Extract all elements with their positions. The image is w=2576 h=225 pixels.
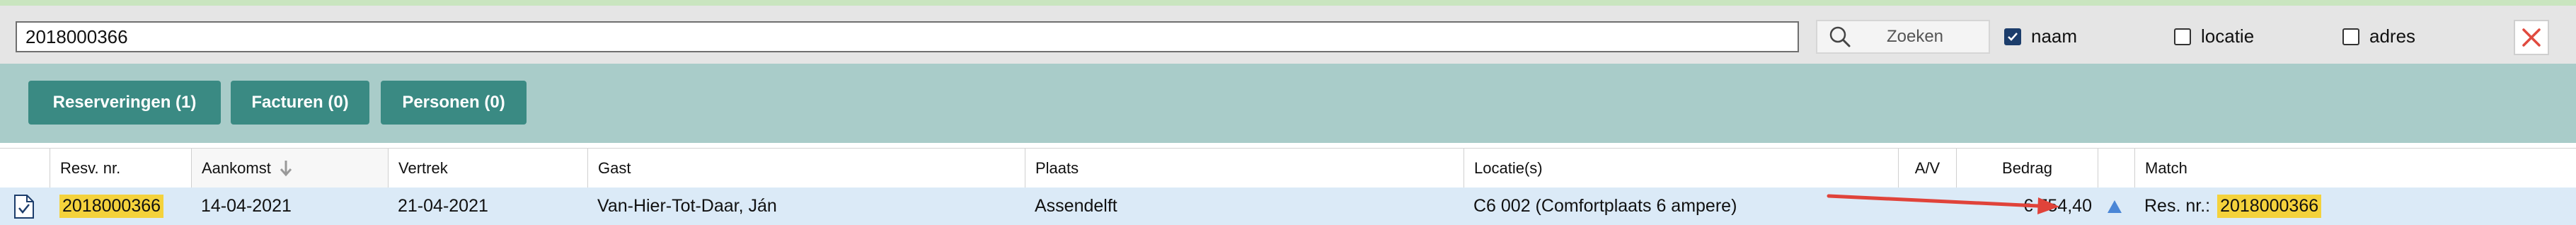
search-button[interactable]: Zoeken xyxy=(1816,20,1990,54)
cell-resv-nr: 2018000366 xyxy=(50,188,191,225)
annotation-arrow-icon xyxy=(1827,194,2059,214)
cell-vertrek: 21-04-2021 xyxy=(388,188,587,225)
match-prefix: Res. nr.: xyxy=(2144,196,2211,216)
column-header-aankomst[interactable]: Aankomst xyxy=(191,149,388,188)
search-bar: Zoeken naam locatie adres xyxy=(0,6,2576,64)
close-icon xyxy=(2522,28,2541,47)
filter-naam-label: naam xyxy=(2031,25,2078,47)
resv-nr-highlight: 2018000366 xyxy=(59,195,164,218)
column-header-av[interactable]: A/V xyxy=(1898,149,1956,188)
match-highlight: 2018000366 xyxy=(2217,195,2322,218)
checkmark-icon xyxy=(2008,32,2018,41)
tab-reserveringen-label: Reserveringen (1) xyxy=(52,93,197,112)
column-header-plaats[interactable]: Plaats xyxy=(1025,149,1464,188)
column-header-bedrag[interactable]: Bedrag xyxy=(1956,149,2098,188)
vertrek-value: 21-04-2021 xyxy=(398,196,488,216)
filter-adres[interactable]: adres xyxy=(2342,25,2415,47)
select-column-header xyxy=(0,149,50,188)
column-header-gast-label: Gast xyxy=(598,159,631,177)
filter-adres-label: adres xyxy=(2369,25,2416,47)
column-header-match[interactable]: Match xyxy=(2134,149,2576,188)
aankomst-value: 14-04-2021 xyxy=(201,196,292,216)
column-header-locatie-label: Locatie(s) xyxy=(1474,159,1543,177)
filter-locatie-label: locatie xyxy=(2201,25,2255,47)
tab-personen[interactable]: Personen (0) xyxy=(381,81,527,125)
column-header-indicator xyxy=(2098,149,2134,188)
column-header-gast[interactable]: Gast xyxy=(587,149,1025,188)
close-button[interactable] xyxy=(2514,20,2549,55)
filter-locatie-checkbox[interactable] xyxy=(2174,28,2191,45)
cell-gast: Van-Hier-Tot-Daar, Ján xyxy=(587,188,1025,225)
cell-aankomst: 14-04-2021 xyxy=(191,188,388,225)
table-header: Resv. nr. Aankomst Vertrek Gast Plaats L… xyxy=(0,148,2576,189)
cell-match: Res. nr.: 2018000366 xyxy=(2134,188,2576,225)
filter-adres-checkbox[interactable] xyxy=(2342,28,2359,45)
column-header-resv-nr[interactable]: Resv. nr. xyxy=(50,149,191,188)
gast-value: Van-Hier-Tot-Daar, Ján xyxy=(597,196,777,216)
column-header-aankomst-label: Aankomst xyxy=(202,159,271,177)
column-header-match-label: Match xyxy=(2145,159,2187,177)
top-accent-strip xyxy=(0,0,2576,6)
column-header-vertrek-label: Vertrek xyxy=(398,159,448,177)
filter-naam-checkbox[interactable] xyxy=(2004,28,2021,45)
tab-facturen-label: Facturen (0) xyxy=(251,93,349,112)
column-header-bedrag-label: Bedrag xyxy=(2002,159,2052,177)
search-input[interactable] xyxy=(16,21,1799,52)
filter-locatie[interactable]: locatie xyxy=(2174,25,2254,47)
column-header-plaats-label: Plaats xyxy=(1035,159,1079,177)
column-header-resv-nr-label: Resv. nr. xyxy=(60,159,121,177)
cell-plaats: Assendelft xyxy=(1025,188,1464,225)
locatie-value: C6 002 (Comfortplaats 6 ampere) xyxy=(1473,196,1737,216)
document-check-icon xyxy=(14,194,34,219)
column-header-vertrek[interactable]: Vertrek xyxy=(388,149,587,188)
column-header-locatie[interactable]: Locatie(s) xyxy=(1464,149,1898,188)
filter-naam[interactable]: naam xyxy=(2004,25,2077,47)
column-header-av-label: A/V xyxy=(1914,159,1940,177)
row-select-cell[interactable] xyxy=(0,188,50,225)
plaats-value: Assendelft xyxy=(1035,196,1117,216)
search-button-label: Zoeken xyxy=(1886,27,1944,46)
tab-facturen[interactable]: Facturen (0) xyxy=(231,81,369,125)
search-icon xyxy=(1829,26,1851,47)
tab-personen-label: Personen (0) xyxy=(402,93,505,112)
table-row[interactable]: 2018000366 14-04-2021 21-04-2021 Van-Hie… xyxy=(0,188,2576,225)
sort-down-arrow-icon xyxy=(280,161,292,177)
tab-reserveringen[interactable]: Reserveringen (1) xyxy=(28,81,221,125)
result-tabs-bar: Reserveringen (1) Facturen (0) Personen … xyxy=(0,64,2576,143)
